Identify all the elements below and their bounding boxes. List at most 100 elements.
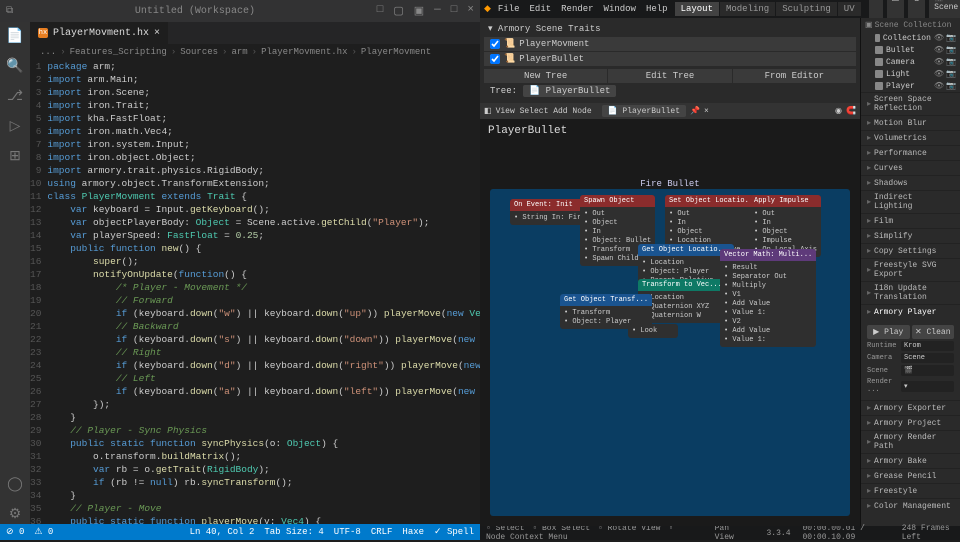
vscode-titlebar[interactable]: ⧉ Untitled (Workspace) □ ▢ ▣ — □ ×	[0, 0, 480, 22]
extensions-icon[interactable]: ⊞	[6, 148, 24, 166]
panel-left-icon[interactable]: ▢	[393, 4, 403, 18]
prop-section[interactable]: Armory Exporter	[861, 400, 960, 415]
node-socket[interactable]: • Out	[584, 210, 651, 218]
node-header[interactable]: Apply Impulse	[750, 195, 821, 207]
node[interactable]: On Event: Init • String In: Fire	[510, 199, 589, 225]
prop-section[interactable]: Copy Settings	[861, 243, 960, 258]
prop-section[interactable]: Volumetrics	[861, 130, 960, 145]
node-socket[interactable]: • Object: Player	[642, 268, 730, 276]
node-editor[interactable]: PlayerBullet Fire Bullet On Event: Init•…	[480, 119, 860, 526]
prop-section[interactable]: Film	[861, 213, 960, 228]
settings-gear-icon[interactable]: ⚙	[6, 506, 24, 524]
node-socket[interactable]: • Result	[724, 264, 812, 272]
breadcrumb-item[interactable]: Sources	[180, 47, 218, 57]
status-tabsize[interactable]: Tab Size: 4	[264, 527, 323, 537]
section-armory-player[interactable]: Armory Player	[861, 304, 960, 319]
runtime-select[interactable]: Krom	[901, 341, 954, 351]
code-editor[interactable]: 1 2 3 4 5 6 7 8 9 10 11 12 13 14 15 16 1…	[30, 60, 480, 524]
tab-layout[interactable]: Layout	[675, 2, 719, 16]
node-socket[interactable]: • Transform	[564, 309, 648, 317]
visibility-icon[interactable]: 👁	[934, 45, 944, 55]
minimize-icon[interactable]: —	[434, 4, 441, 18]
node-socket[interactable]: • Object	[669, 228, 757, 236]
node-header[interactable]: Set Object Locatio...	[665, 195, 761, 207]
node-socket[interactable]: • String In: Fire	[514, 214, 585, 222]
breadcrumb-item[interactable]: ...	[40, 47, 56, 57]
editor-type-icon[interactable]: ◧	[484, 106, 492, 116]
scene-select[interactable]: 🎬	[901, 365, 954, 376]
debug-icon[interactable]: ▷	[6, 118, 24, 136]
render-icon[interactable]: 📷	[946, 45, 956, 55]
close-tree-icon[interactable]: ×	[704, 107, 709, 116]
status-encoding[interactable]: UTF-8	[334, 527, 361, 537]
maximize-icon[interactable]: □	[451, 4, 458, 18]
node-socket[interactable]: • Value 1:	[724, 309, 812, 317]
visibility-icon[interactable]: 👁	[934, 57, 944, 67]
menu-file[interactable]: File	[493, 2, 525, 16]
status-cursor[interactable]: Ln 40, Col 2	[190, 527, 255, 537]
node-socket[interactable]: • Object	[754, 228, 817, 236]
trait-btn-new-tree[interactable]: New Tree	[484, 69, 607, 83]
trait-item[interactable]: 📜PlayerMovment	[484, 37, 856, 51]
node-socket[interactable]: • Impulse	[754, 237, 817, 245]
blender-logo-icon[interactable]: ◆	[484, 4, 491, 14]
node-header[interactable]: Spawn Object	[580, 195, 655, 207]
node-socket[interactable]: • Quaternion XYZ	[642, 303, 722, 311]
node-header[interactable]: On Event: Init	[510, 199, 589, 211]
snap-icon[interactable]: 🧲	[846, 106, 856, 116]
prop-section[interactable]: Performance	[861, 145, 960, 160]
trait-item[interactable]: 📜PlayerBullet	[484, 52, 856, 66]
tab-close-icon[interactable]: ×	[154, 28, 160, 39]
camera-select[interactable]: Scene	[901, 353, 954, 363]
pin-icon[interactable]: 📌	[690, 106, 700, 116]
visibility-icon[interactable]: 👁	[934, 33, 944, 43]
node-socket[interactable]: • Multiply	[724, 282, 812, 290]
trait-checkbox[interactable]	[490, 39, 500, 49]
tab-playermovment[interactable]: hx PlayerMovment.hx ×	[30, 22, 168, 44]
node-socket[interactable]: • Out	[754, 210, 817, 218]
nodetree-dropdown[interactable]: 📄 PlayerBullet	[602, 105, 686, 117]
breadcrumb-item[interactable]: Features_Scripting	[70, 47, 167, 57]
scm-icon[interactable]: ⎇	[6, 88, 24, 106]
node-socket[interactable]: • Object	[584, 219, 651, 227]
node-socket[interactable]: • In	[584, 228, 651, 236]
outliner-item[interactable]: Collection👁📷	[861, 32, 960, 44]
traits-header[interactable]: ▾ Armory Scene Traits	[484, 22, 856, 36]
split-icon[interactable]: □	[377, 4, 384, 18]
trait-btn-from-editor[interactable]: From Editor	[733, 69, 856, 83]
visibility-icon[interactable]: 👁	[934, 81, 944, 91]
status-errors[interactable]: ⊘ 0	[6, 527, 24, 537]
node-socket[interactable]: • Look	[632, 327, 674, 335]
node-header[interactable]: Get Object Transf...	[560, 294, 652, 306]
node-socket[interactable]: • Quaternion W	[642, 312, 722, 320]
prop-section[interactable]: Simplify	[861, 228, 960, 243]
render-icon[interactable]: 📷	[946, 69, 956, 79]
overlay-icon[interactable]: ◉	[835, 106, 842, 116]
node[interactable]: Vector Math: Multi...• Result• Separator…	[720, 249, 816, 347]
render-icon[interactable]: 📷	[946, 57, 956, 67]
explorer-icon[interactable]: 📄	[6, 28, 24, 46]
tab-modeling[interactable]: Modeling	[720, 2, 775, 16]
node-socket[interactable]: • Location	[642, 259, 730, 267]
breadcrumb-item[interactable]: PlayerMovment	[361, 47, 431, 57]
node-header[interactable]: Transform to Vec...	[638, 279, 726, 291]
menu-help[interactable]: Help	[641, 2, 673, 16]
node-menu-select[interactable]: Select	[520, 107, 549, 116]
status-spell[interactable]: ✓ Spell	[434, 527, 474, 537]
tab-sculpting[interactable]: Sculpting	[776, 2, 837, 16]
search-icon[interactable]: 🔍	[6, 58, 24, 76]
breadcrumb[interactable]: ...›Features_Scripting›Sources›arm›Playe…	[30, 44, 480, 60]
outliner-item[interactable]: Bullet👁📷	[861, 44, 960, 56]
menu-edit[interactable]: Edit	[525, 2, 557, 16]
breadcrumb-item[interactable]: arm	[231, 47, 247, 57]
status-eol[interactable]: CRLF	[371, 527, 393, 537]
prop-section[interactable]: I18n Update Translation	[861, 281, 960, 304]
node-socket[interactable]: • Add Value	[724, 327, 812, 335]
close-icon[interactable]: ×	[467, 4, 474, 18]
render-select[interactable]: ▾	[901, 381, 954, 392]
node-socket[interactable]: • In	[669, 219, 757, 227]
prop-section[interactable]: Motion Blur	[861, 115, 960, 130]
prop-section[interactable]: Freestyle	[861, 483, 960, 498]
node-socket[interactable]: • Separator Out	[724, 273, 812, 281]
menu-window[interactable]: Window	[599, 2, 641, 16]
